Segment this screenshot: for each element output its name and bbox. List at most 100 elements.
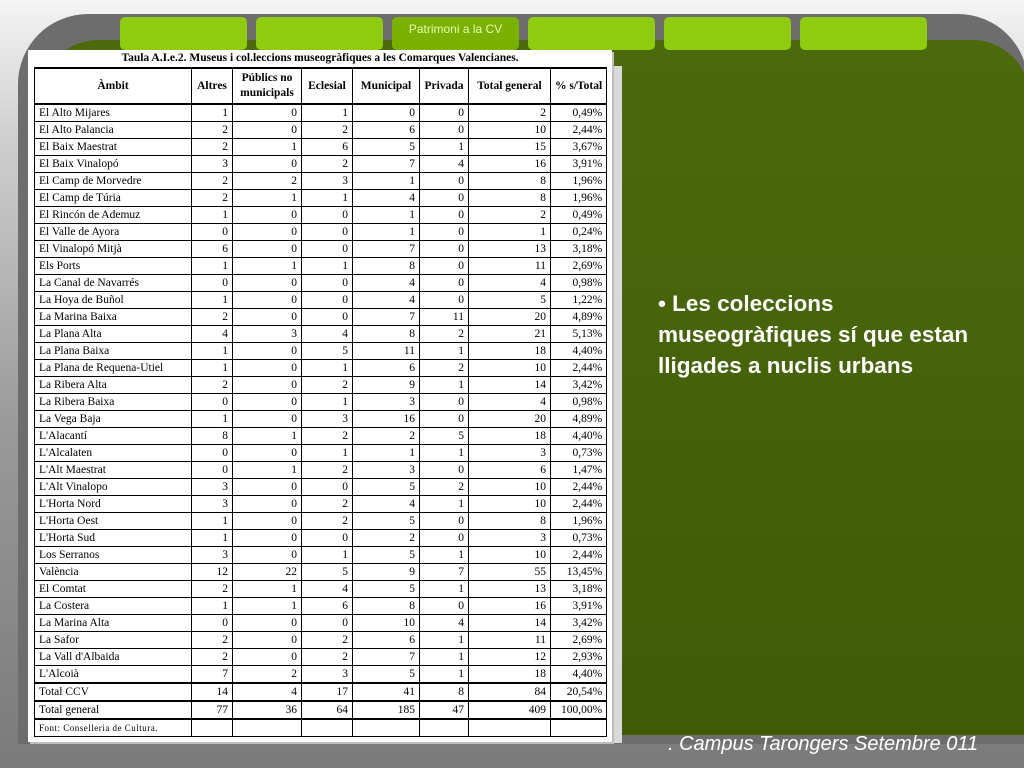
- tab-5[interactable]: [664, 17, 791, 50]
- table-cell-empty: [352, 719, 420, 737]
- table-cell-empty: [419, 719, 469, 737]
- table-cell: 13: [468, 240, 551, 258]
- table-cell: 0: [191, 461, 233, 479]
- table-cell: 3: [301, 172, 353, 190]
- table-cell: 1: [232, 580, 302, 598]
- table-row: L'Alt Vinalopo 3 0 0 5 2 10 2,44%: [34, 478, 608, 496]
- table-cell: 14: [468, 376, 551, 394]
- table-cell: 0: [301, 614, 353, 632]
- row-label: El Baix Vinalopó: [34, 155, 192, 173]
- table-row: La Canal de Navarrés 0 0 0 4 0 4 0,98%: [34, 274, 608, 292]
- bullet-text: • Les coleccions museogràfiques sí que e…: [658, 291, 969, 378]
- table-row: La Ribera Baixa 0 0 1 3 0 4 0,98%: [34, 393, 608, 411]
- row-label: L'Alcoià: [34, 665, 192, 684]
- table-cell: 8: [468, 189, 551, 207]
- table-cell: 1: [191, 103, 233, 122]
- table-cell: 0,73%: [549, 529, 608, 547]
- table-cell: 0: [191, 274, 233, 292]
- table-cell: 2: [301, 155, 353, 173]
- table-cell: 5: [352, 138, 420, 156]
- row-label: La Vega Baja: [34, 410, 192, 428]
- tab-patrimoni[interactable]: Patrimoni a la CV: [392, 17, 519, 50]
- footer-text: . Campus Tarongers Setembre 011: [668, 733, 979, 755]
- header-eclesial: Eclesial: [301, 67, 353, 105]
- table-cell: 4: [419, 155, 469, 173]
- table-cell: 18: [468, 427, 551, 445]
- table-cell: 16: [468, 155, 551, 173]
- table-cell: 6: [352, 121, 420, 139]
- tab-4[interactable]: [528, 17, 655, 50]
- table-cell: 1: [232, 427, 302, 445]
- table-cell: 4: [232, 682, 302, 702]
- row-label: El Baix Maestrat: [34, 138, 192, 156]
- table-cell: 4: [419, 614, 469, 632]
- table-cell: 0: [419, 512, 469, 530]
- table-body: El Alto Mijares 1 0 1 0 0 2 0,49% El Alto Palanc…: [34, 103, 608, 737]
- table-cell: 15: [468, 138, 551, 156]
- table-cell: 5: [352, 665, 420, 684]
- table-cell: 0: [232, 393, 302, 411]
- table-cell-empty: [191, 719, 233, 737]
- table-cell: 0: [419, 206, 469, 224]
- table-cell: 2: [301, 427, 353, 445]
- table-cell: 2,44%: [549, 121, 608, 139]
- table-cell: 1: [191, 206, 233, 224]
- table-row: El Valle de Ayora 0 0 0 1 0 1 0,24%: [34, 223, 608, 241]
- row-label: La Hoya de Buñol: [34, 291, 192, 309]
- row-label: El Vinalopó Mitjà: [34, 240, 192, 258]
- table-cell: 10: [352, 614, 420, 632]
- table-cell: 4: [301, 325, 353, 343]
- table-cell: 0: [232, 121, 302, 139]
- table-row: L'Alcoià 7 2 3 5 1 18 4,40%: [34, 665, 608, 684]
- table-cell: 4,40%: [549, 665, 608, 684]
- table-cell: 3: [301, 665, 353, 684]
- row-label: L'Alt Vinalopo: [34, 478, 192, 496]
- table-cell: 2: [191, 648, 233, 666]
- table-cell: 10: [468, 359, 551, 377]
- table-cell: 1: [301, 257, 353, 275]
- tab-2[interactable]: [256, 17, 383, 50]
- table-cell: 6: [191, 240, 233, 258]
- row-label: El Rincón de Ademuz: [34, 206, 192, 224]
- tab-1[interactable]: [120, 17, 247, 50]
- table-cell: 1: [419, 631, 469, 649]
- table-cell: 7: [352, 308, 420, 326]
- table-cell: 1: [191, 410, 233, 428]
- row-label: El Camp de Morvedre: [34, 172, 192, 190]
- table-cell: 0: [419, 529, 469, 547]
- table-cell: 0: [419, 172, 469, 190]
- table-cell: 0,24%: [549, 223, 608, 241]
- table-cell: 2,69%: [549, 631, 608, 649]
- table-header-row: Àmbit Altres Públics no municipals Ecles…: [34, 67, 608, 105]
- table-cell: 0: [232, 308, 302, 326]
- table-source: Font: Conselleria de Cultura.: [34, 719, 192, 737]
- table-cell: 0: [232, 648, 302, 666]
- table-cell: 2: [191, 308, 233, 326]
- table-cell-empty: [549, 719, 608, 737]
- table-cell: 2,69%: [549, 257, 608, 275]
- table-cell: 22: [232, 563, 302, 581]
- table-cell: 0: [191, 223, 233, 241]
- table-cell: 1,96%: [549, 512, 608, 530]
- table-cell: 10: [468, 121, 551, 139]
- table-row: La Ribera Alta 2 0 2 9 1 14 3,42%: [34, 376, 608, 394]
- row-label: La Plana Baixa: [34, 342, 192, 360]
- table-cell: 3,18%: [549, 580, 608, 598]
- table-cell: 11: [468, 257, 551, 275]
- table-row: Los Serranos 3 0 1 5 1 10 2,44%: [34, 546, 608, 564]
- table-row: El Camp de Morvedre 2 2 3 1 0 8 1,96%: [34, 172, 608, 190]
- table-row: L'Alt Maestrat 0 1 2 3 0 6 1,47%: [34, 461, 608, 479]
- table-cell: 3: [468, 529, 551, 547]
- table-cell: 0: [419, 291, 469, 309]
- table-cell: 9: [352, 563, 420, 581]
- table-cell: 1: [419, 444, 469, 462]
- table-cell: 3: [191, 155, 233, 173]
- tab-6[interactable]: [800, 17, 927, 50]
- table-cell: 0: [419, 597, 469, 615]
- table-cell: 1: [352, 223, 420, 241]
- table-cell: 1: [191, 529, 233, 547]
- row-label: València: [34, 563, 192, 581]
- table-cell-empty: [301, 719, 353, 737]
- table-cell: 0: [232, 274, 302, 292]
- table-cell: 2: [468, 103, 551, 122]
